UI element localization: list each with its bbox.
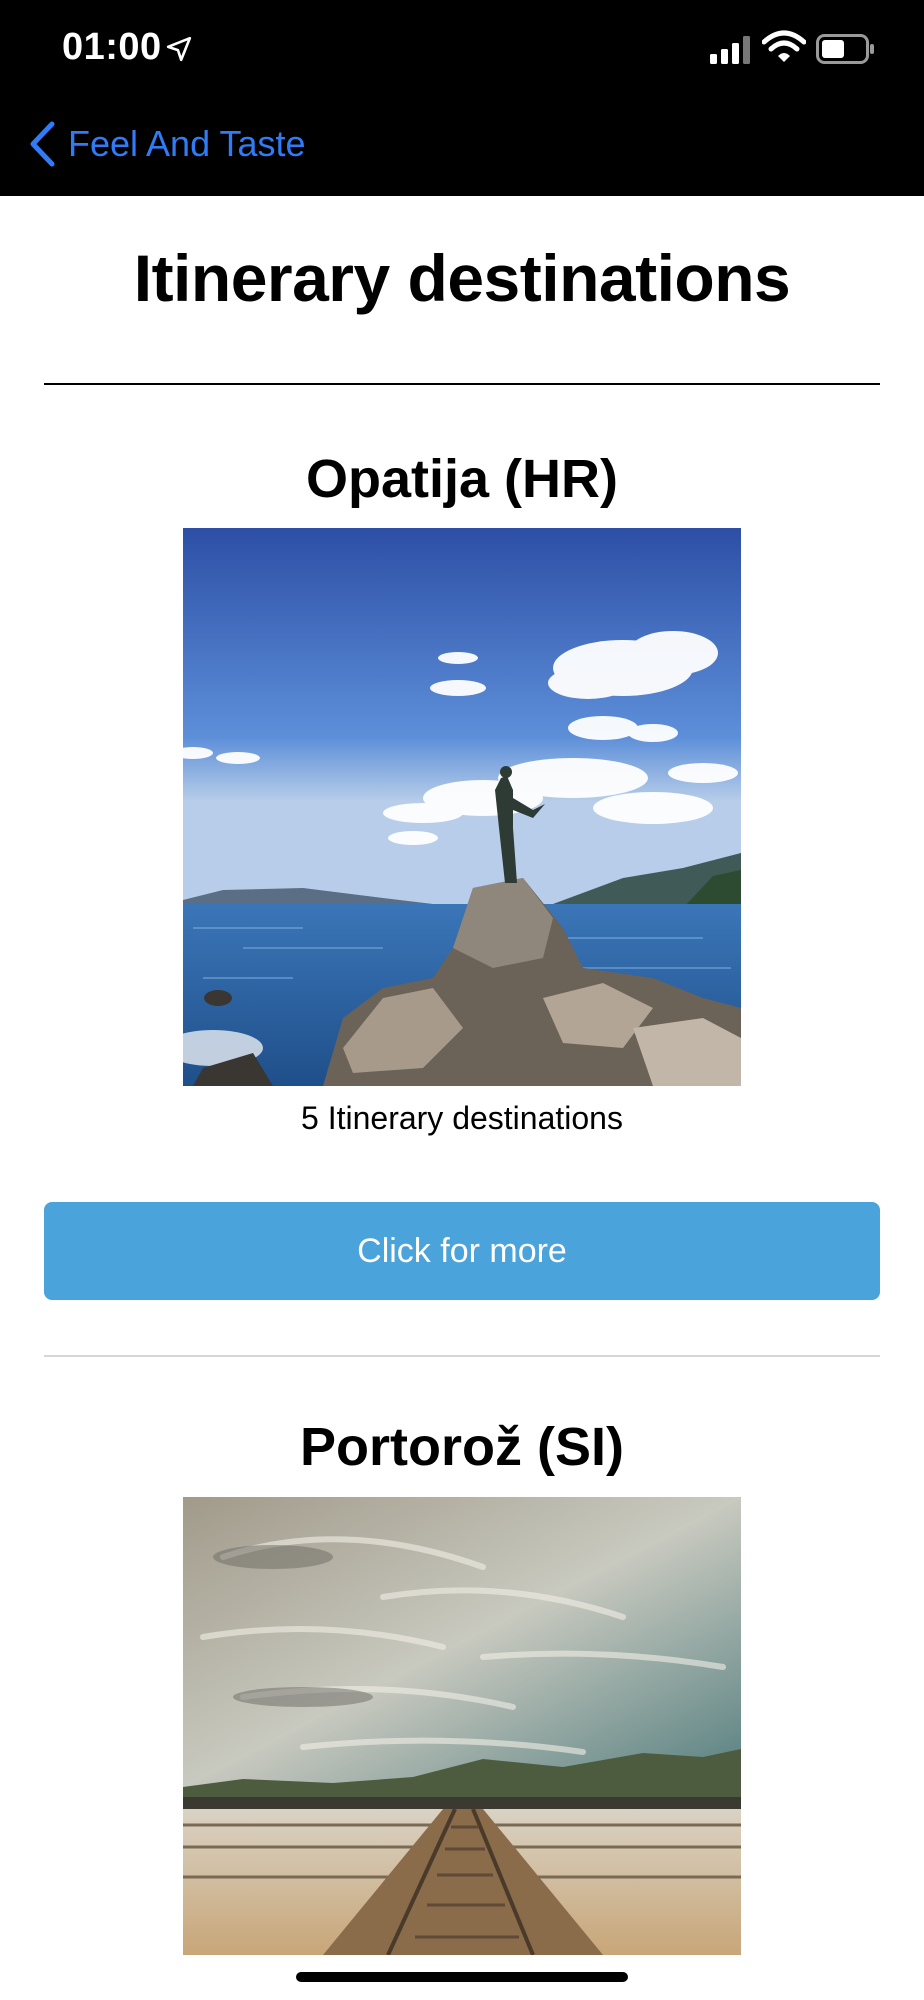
wifi-icon (762, 30, 806, 62)
home-indicator (296, 1972, 628, 1982)
destination-photo-opatija (183, 528, 741, 1086)
page-title: Itinerary destinations (133, 241, 791, 315)
location-arrow-icon (166, 36, 192, 62)
status-time: 01:00 (62, 26, 162, 68)
battery-icon (816, 34, 874, 64)
section-divider (44, 1355, 880, 1357)
cellular-signal-icon (710, 36, 750, 64)
destination-caption: 5 Itinerary destinations (301, 1100, 623, 1136)
destination-photo-portoroz (183, 1497, 741, 1955)
title-divider (44, 383, 880, 385)
destination-title: Opatija (HR) (305, 449, 618, 509)
back-button[interactable]: Feel And Taste (28, 120, 306, 168)
click-for-more-button[interactable]: Click for more (44, 1202, 880, 1300)
destination-title: Portorož (SI) (300, 1417, 624, 1477)
back-button-label: Feel And Taste (68, 123, 306, 164)
chevron-left-icon (30, 121, 55, 167)
top-bar: 01:00 Feel And Taste (0, 0, 924, 196)
